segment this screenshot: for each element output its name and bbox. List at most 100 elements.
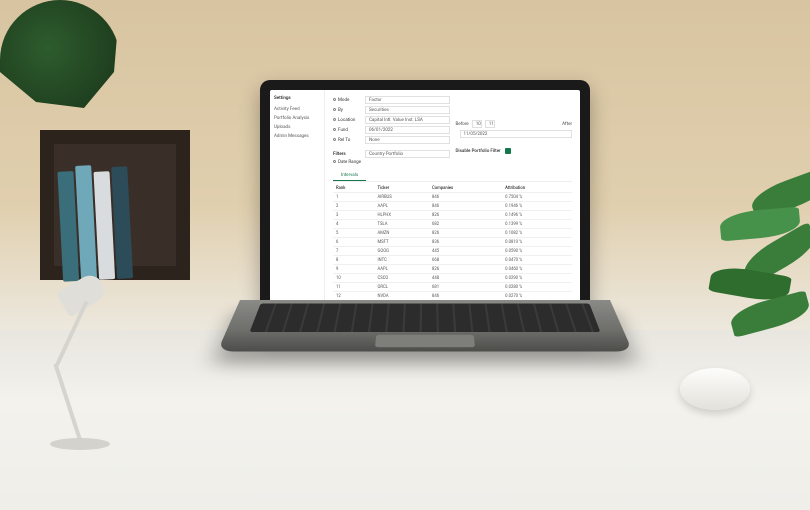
cell-rank: 7 <box>333 247 375 256</box>
cell-rank: 6 <box>333 238 375 247</box>
label-relto: Rel To <box>338 138 350 143</box>
laptop: Settings Activity Feed Portfolio Analysi… <box>240 80 610 380</box>
cell-ticker: CSCO <box>375 274 430 283</box>
plant-left <box>0 0 120 120</box>
cell-rank: 11 <box>333 283 375 292</box>
table-row[interactable]: 3HLPHX8260.1496 % <box>333 211 572 220</box>
table-row[interactable]: 10CSCO4480.0290 % <box>333 274 572 283</box>
label-disable-portfolio: Disable Portfolio Filter <box>456 149 501 154</box>
label-before: Before <box>456 122 469 127</box>
col-companies[interactable]: Companies <box>429 184 502 193</box>
field-relto: Rel To None <box>333 136 450 144</box>
field-mode: Mode Factor <box>333 96 450 104</box>
field-date-range: Date Range <box>333 160 450 165</box>
plant-right <box>670 180 810 380</box>
label-by: By <box>338 108 343 113</box>
cell-rank: 8 <box>333 256 375 265</box>
table-row[interactable]: 1AIRBUS8460.7504 % <box>333 193 572 202</box>
sidebar-item-uploads[interactable]: Uploads <box>274 123 320 132</box>
field-filters: Filters Country Portfolio <box>333 150 450 158</box>
input-mode[interactable]: Factor <box>365 96 450 104</box>
input-before-1[interactable]: 10 <box>472 120 482 128</box>
cell-companies: 846 <box>429 193 502 202</box>
cell-ticker: ORCL <box>375 283 430 292</box>
laptop-screen-bezel: Settings Activity Feed Portfolio Analysi… <box>260 80 590 335</box>
cell-ticker: AMZN <box>375 229 430 238</box>
col-rank[interactable]: Rank <box>333 184 375 193</box>
cell-attr: 0.0290 % <box>502 274 572 283</box>
table-row[interactable]: 6MSFT8360.0810 % <box>333 238 572 247</box>
cell-attr: 0.0470 % <box>502 256 572 265</box>
label-filters: Filters <box>333 152 361 157</box>
table-row[interactable]: 4TSLA6820.1399 % <box>333 220 572 229</box>
cell-rank: 2 <box>333 202 375 211</box>
input-location[interactable]: Capital Intl. Value Inst. LSA <box>365 116 450 124</box>
cell-companies: 681 <box>429 283 502 292</box>
desk-lamp <box>30 270 150 450</box>
cell-companies: 445 <box>429 247 502 256</box>
field-fund: Fund 06/01/2022 <box>333 126 450 134</box>
field-by: By Securities <box>333 106 450 114</box>
table-row[interactable]: 11ORCL6810.0280 % <box>333 283 572 292</box>
cell-companies: 682 <box>429 220 502 229</box>
cell-companies: 826 <box>429 265 502 274</box>
table-row[interactable]: 2AAPL8460.1946 % <box>333 202 572 211</box>
cell-ticker: MSFT <box>375 238 430 247</box>
cell-attr: 0.1496 % <box>502 211 572 220</box>
sidebar-item-admin-messages[interactable]: Admin Messages <box>274 132 320 141</box>
sidebar-item-activity-feed[interactable]: Activity Feed <box>274 105 320 114</box>
cell-ticker: AAPL <box>375 265 430 274</box>
cell-rank: 9 <box>333 265 375 274</box>
col-ticker[interactable]: Ticker <box>375 184 430 193</box>
input-to-date[interactable]: 11/05/2022 <box>460 130 573 138</box>
col-attribution[interactable]: Attribution <box>502 184 572 193</box>
input-by[interactable]: Securities <box>365 106 450 114</box>
cell-rank: 3 <box>333 211 375 220</box>
disable-portfolio-row: Disable Portfolio Filter <box>456 148 573 154</box>
cell-companies: 826 <box>429 229 502 238</box>
label-date-range: Date Range <box>338 160 361 165</box>
tab-intervals[interactable]: Intervals <box>333 171 366 181</box>
to-date-row: 11/05/2022 <box>456 130 573 138</box>
table-row[interactable]: 8INTC6680.0470 % <box>333 256 572 265</box>
field-location: Location Capital Intl. Value Inst. LSA <box>333 116 450 124</box>
label-fund: Fund <box>338 128 348 133</box>
laptop-keyboard <box>217 300 632 352</box>
cell-companies: 836 <box>429 238 502 247</box>
cell-companies: 668 <box>429 256 502 265</box>
app-screen: Settings Activity Feed Portfolio Analysi… <box>270 90 580 325</box>
cell-attr: 0.0280 % <box>502 283 572 292</box>
cell-rank: 1 <box>333 193 375 202</box>
table-row[interactable]: 7GOOG4450.0590 % <box>333 247 572 256</box>
cell-attr: 0.0810 % <box>502 238 572 247</box>
cell-attr: 0.7504 % <box>502 193 572 202</box>
desk-scene: Settings Activity Feed Portfolio Analysi… <box>0 0 810 510</box>
cell-rank: 10 <box>333 274 375 283</box>
input-before-2[interactable]: 11 <box>485 120 495 128</box>
table-row[interactable]: 5AMZN8260.1082 % <box>333 229 572 238</box>
cell-attr: 0.0460 % <box>502 265 572 274</box>
main-panel: Mode Factor By Securities Location Capit… <box>325 90 580 325</box>
tabs: Intervals <box>333 171 572 182</box>
cell-rank: 4 <box>333 220 375 229</box>
cell-attr: 0.1082 % <box>502 229 572 238</box>
input-relto[interactable]: None <box>365 136 450 144</box>
cell-attr: 0.1946 % <box>502 202 572 211</box>
cell-ticker: HLPHX <box>375 211 430 220</box>
cell-companies: 448 <box>429 274 502 283</box>
checkbox-disable-portfolio[interactable] <box>505 148 511 154</box>
label-location: Location <box>338 118 355 123</box>
books <box>57 158 133 281</box>
cell-ticker: INTC <box>375 256 430 265</box>
cell-ticker: AIRBUS <box>375 193 430 202</box>
cell-attr: 0.1399 % <box>502 220 572 229</box>
cell-rank: 5 <box>333 229 375 238</box>
before-after-row: Before 10 11 After <box>456 120 573 128</box>
input-filters[interactable]: Country Portfolio <box>365 150 450 158</box>
label-mode: Mode <box>338 98 349 103</box>
sidebar-item-portfolio-analysis[interactable]: Portfolio Analysis <box>274 114 320 123</box>
input-fund[interactable]: 06/01/2022 <box>365 126 450 134</box>
cell-attr: 0.0590 % <box>502 247 572 256</box>
cell-ticker: TSLA <box>375 220 430 229</box>
table-row[interactable]: 9AAPL8260.0460 % <box>333 265 572 274</box>
